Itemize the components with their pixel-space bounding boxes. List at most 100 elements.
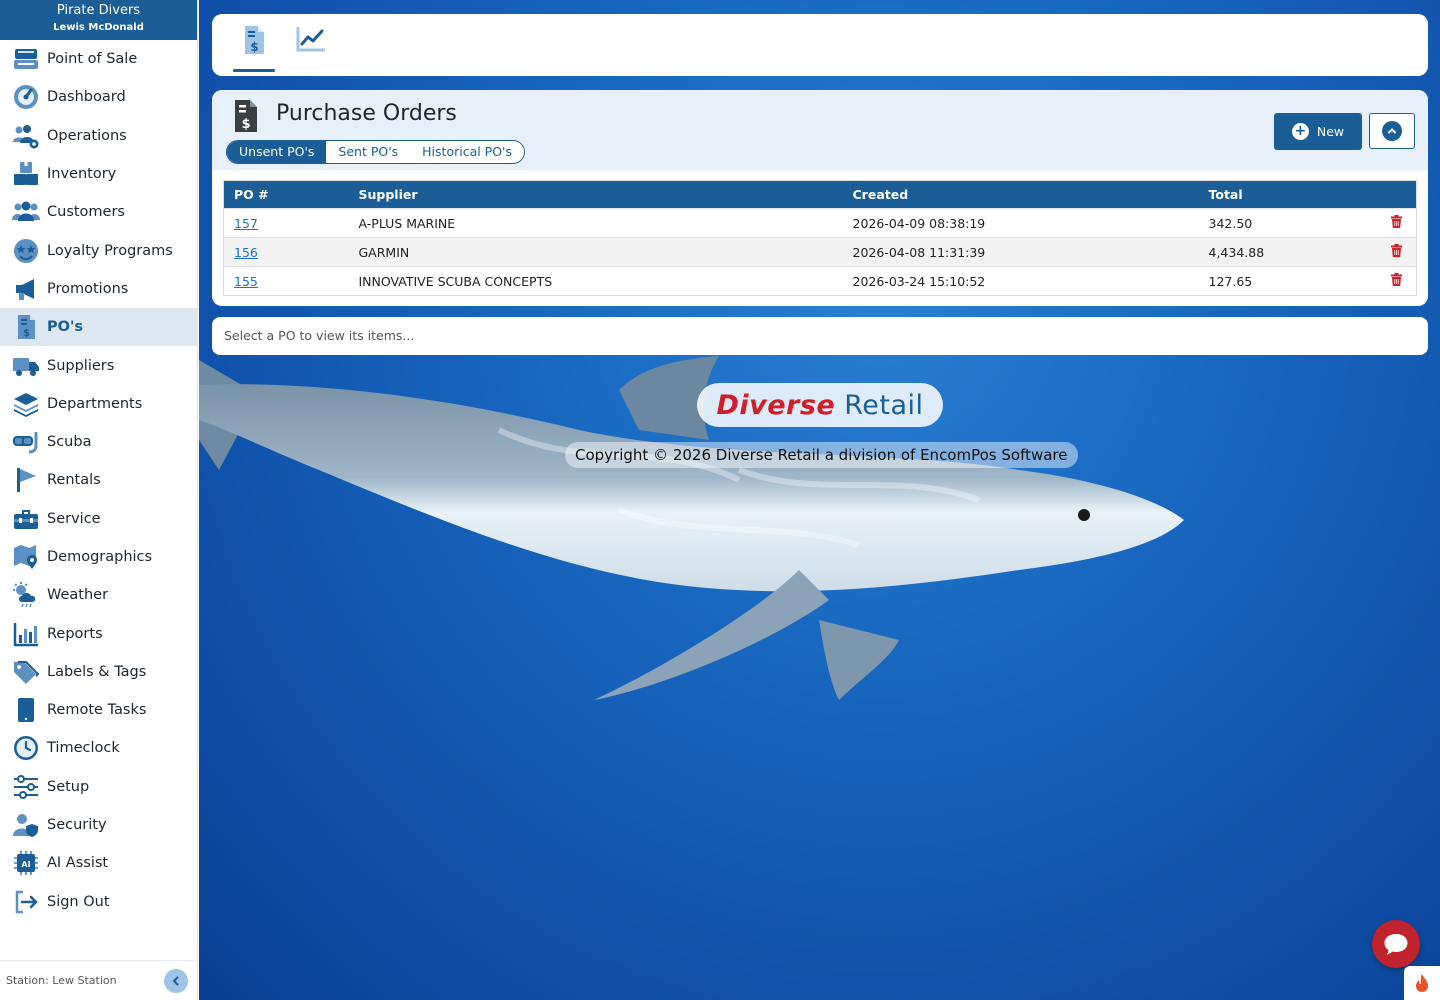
delete-cell (1366, 208, 1417, 238)
sign-out-icon (10, 888, 42, 916)
view-toolbar: $ (212, 14, 1428, 76)
sidebar-item-label: Remote Tasks (47, 702, 147, 719)
table-row[interactable]: 157 A-PLUS MARINE 2026-04-09 08:38:19 34… (223, 208, 1417, 238)
sidebar-item-label: Customers (47, 204, 125, 221)
invoice-dollar-icon: $ (10, 313, 42, 341)
sidebar-item-labels-tags[interactable]: Labels & Tags (0, 653, 197, 691)
invoice-dollar-icon: $ (245, 26, 264, 54)
new-button-label: New (1316, 124, 1345, 139)
megaphone-icon (10, 275, 42, 303)
tab-purchase-orders[interactable]: $ (233, 22, 275, 72)
delete-cell (1366, 237, 1417, 267)
sidebar-item-suppliers[interactable]: Suppliers (0, 346, 197, 384)
sidebar-item-label: Labels & Tags (47, 663, 147, 680)
collapse-panel-button[interactable] (1369, 113, 1415, 149)
po-status-tabs: Unsent PO's Sent PO's Historical PO's (226, 140, 526, 164)
sidebar-item-label: Inventory (47, 166, 117, 183)
trash-icon[interactable] (1391, 215, 1402, 231)
boxes-icon (10, 160, 42, 188)
sidebar-item-inventory[interactable]: Inventory (0, 155, 197, 193)
po-link[interactable]: 155 (234, 274, 258, 289)
column-header-created[interactable]: Created (842, 180, 1199, 209)
chevron-up-icon (1382, 121, 1402, 141)
speedometer-icon (10, 83, 42, 111)
truck-icon (10, 352, 42, 380)
po-number-cell: 156 (223, 237, 349, 267)
sidebar-item-label: Departments (47, 395, 143, 412)
collapse-sidebar-button[interactable] (164, 968, 188, 993)
plus-circle-icon: + (1291, 123, 1309, 140)
po-link[interactable]: 156 (234, 245, 258, 260)
column-header-supplier[interactable]: Supplier (348, 180, 843, 209)
register-icon (10, 45, 42, 73)
sidebar-item-scuba[interactable]: Scuba (0, 423, 197, 461)
invoice-dollar-icon: $ (235, 100, 257, 132)
chat-button[interactable] (1372, 920, 1420, 968)
sidebar-item-operations[interactable]: Operations (0, 117, 197, 155)
sidebar-item-label: Dashboard (47, 89, 126, 106)
tab-unsent-pos[interactable]: Unsent PO's (227, 141, 327, 163)
ai-chip-icon: AI (10, 849, 42, 877)
sidebar-item-promotions[interactable]: Promotions (0, 270, 197, 308)
sidebar-item-label: Sign Out (47, 893, 110, 910)
sidebar-item-label: Timeclock (47, 740, 120, 757)
sidebar-item-label: Operations (47, 127, 127, 144)
created-cell: 2026-04-09 08:38:19 (842, 208, 1199, 238)
sidebar-item-service[interactable]: Service (0, 500, 197, 538)
purchase-orders-header: $ Purchase Orders Unsent PO's Sent PO's … (212, 90, 1428, 170)
sidebar-item-setup[interactable]: Setup (0, 768, 197, 806)
new-po-button[interactable]: + New (1274, 113, 1362, 150)
sidebar-item-rentals[interactable]: Rentals (0, 461, 197, 499)
sidebar-item-label: Rentals (47, 472, 101, 489)
sidebar-item-label: AI Assist (47, 855, 109, 872)
bar-chart-icon (10, 620, 42, 648)
sidebar-item-reports[interactable]: Reports (0, 614, 197, 652)
sidebar-item-dashboard[interactable]: Dashboard (0, 78, 197, 116)
tab-reports-chart[interactable] (290, 22, 332, 70)
po-items-hint: Select a PO to view its items... (224, 328, 415, 343)
sidebar-item-departments[interactable]: Departments (0, 385, 197, 423)
sidebar-item-label: Reports (47, 625, 103, 642)
sidebar-item-timeclock[interactable]: Timeclock (0, 729, 197, 767)
sidebar-item-ai-assist[interactable]: AI AI Assist (0, 844, 197, 882)
sidebar-item-point-of-sale[interactable]: Point of Sale (0, 40, 197, 78)
table-row[interactable]: 156 GARMIN 2026-04-08 11:31:39 4,434.88 (223, 237, 1417, 267)
sidebar-item-pos[interactable]: $ PO's (0, 308, 197, 347)
tablet-icon (10, 696, 42, 724)
sidebar-item-label: Weather (47, 587, 109, 604)
trash-icon[interactable] (1391, 244, 1402, 260)
sidebar-item-weather[interactable]: Weather (0, 576, 197, 614)
brand-name-part2: Retail (844, 389, 924, 421)
sidebar-item-label: PO's (47, 319, 84, 336)
supplier-cell: INNOVATIVE SCUBA CONCEPTS (348, 266, 843, 296)
column-header-total[interactable]: Total (1198, 180, 1367, 209)
created-cell: 2026-04-08 11:31:39 (842, 237, 1199, 267)
sidebar-item-label: Suppliers (47, 357, 115, 374)
brand-name-part1: Diverse (716, 389, 836, 421)
sidebar-header: Pirate Divers Lewis McDonald (0, 0, 197, 40)
tab-sent-pos[interactable]: Sent PO's (326, 141, 411, 163)
sidebar-item-customers[interactable]: Customers (0, 193, 197, 231)
line-chart-icon (296, 27, 325, 52)
sidebar-item-remote-tasks[interactable]: Remote Tasks (0, 691, 197, 729)
supplier-cell: A-PLUS MARINE (348, 208, 843, 238)
delete-cell (1366, 266, 1417, 296)
sidebar-item-label: Setup (47, 778, 90, 795)
po-link[interactable]: 157 (234, 216, 258, 231)
sidebar-item-security[interactable]: Security (0, 806, 197, 844)
sidebar-item-demographics[interactable]: Demographics (0, 538, 197, 576)
sidebar-item-sign-out[interactable]: Sign Out (0, 883, 197, 921)
column-header-po-number[interactable]: PO # (223, 180, 349, 209)
trash-icon[interactable] (1391, 273, 1402, 289)
chevron-left-icon (172, 975, 179, 986)
layers-icon (10, 390, 42, 418)
svg-text:AI: AI (21, 860, 30, 869)
tab-historical-pos[interactable]: Historical PO's (410, 141, 525, 163)
support-widget-button[interactable] (1404, 966, 1440, 1000)
user-shield-icon (10, 811, 42, 839)
table-header-row: PO # Supplier Created Total (223, 180, 1417, 209)
sidebar-item-loyalty-programs[interactable]: Loyalty Programs (0, 231, 197, 269)
flag-icon (10, 466, 42, 494)
dive-mask-icon (10, 428, 42, 456)
table-row[interactable]: 155 INNOVATIVE SCUBA CONCEPTS 2026-03-24… (223, 266, 1417, 296)
